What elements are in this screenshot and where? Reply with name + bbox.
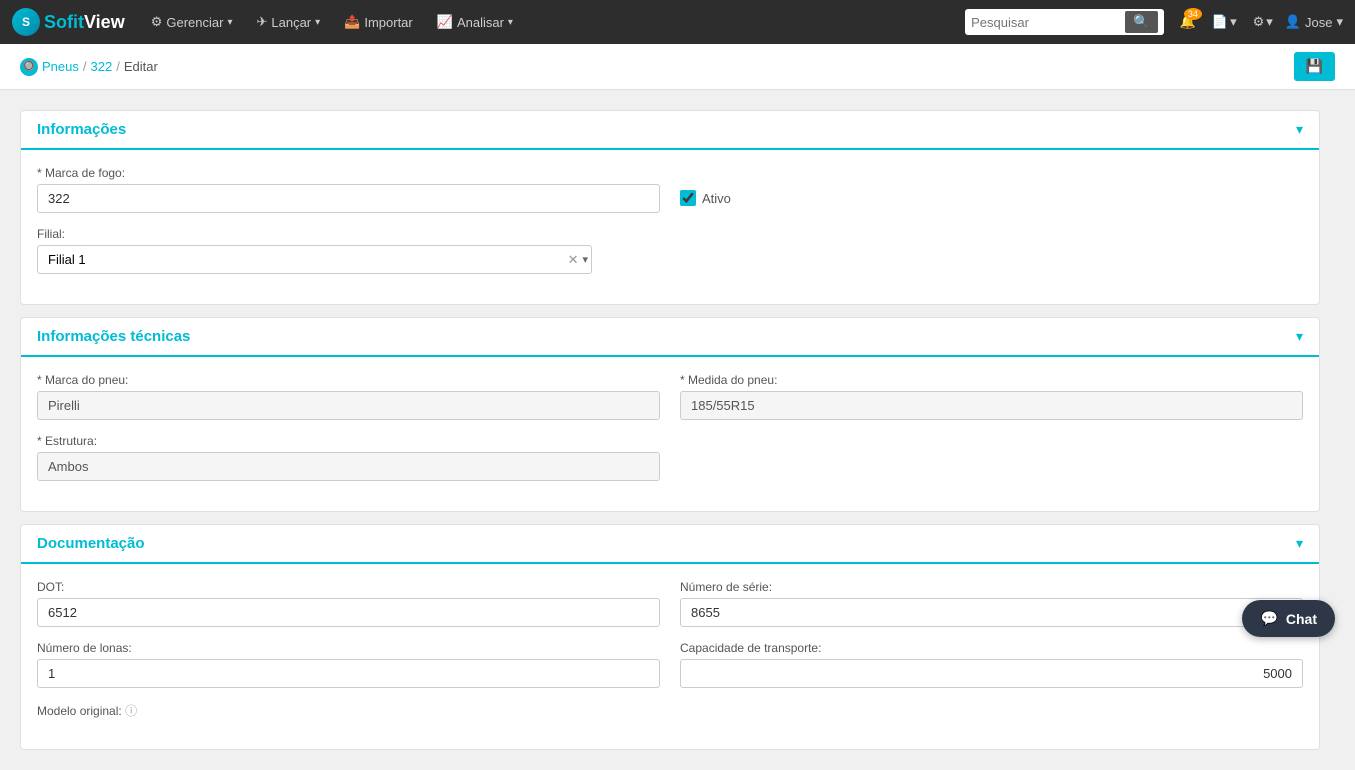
dot-label: DOT: [37,580,660,594]
medida-pneu-group: * Medida do pneu: [680,373,1303,420]
informacoes-tecnicas-chevron-icon: ▾ [1296,328,1303,345]
chat-icon: 💬 [1260,610,1277,627]
capacidade-input[interactable] [680,659,1303,688]
documentacao-header[interactable]: Documentação ▾ [21,525,1319,564]
logo-sofit: SofitView [44,12,125,33]
notification-icon[interactable]: 🔔 34 [1176,10,1200,34]
filial-group: Filial: Filial 1 ✕ ▾ [37,227,1303,274]
estrutura-group: * Estrutura: [37,434,660,481]
main-content: Informações ▾ * Marca de fogo: Ativo [0,90,1340,770]
informacoes-tecnicas-section: Informações técnicas ▾ * Marca do pneu: … [20,317,1320,512]
marca-pneu-input [37,391,660,420]
medida-pneu-input [680,391,1303,420]
doc-row2: Número de lonas: Capacidade de transport… [37,641,1303,702]
chevron-down-icon: ▾ [1230,14,1237,30]
informacoes-body: * Marca de fogo: Ativo Filial: Filial 1 [21,150,1319,304]
marca-pneu-col: * Marca do pneu: [37,373,660,434]
tecnicas-row1: * Marca do pneu: * Medida do pneu: [37,373,1303,434]
capacidade-col: Capacidade de transporte: [680,641,1303,702]
informacoes-header[interactable]: Informações ▾ [21,111,1319,150]
marca-fogo-input[interactable] [37,184,660,213]
doc-row1: DOT: Número de série: [37,580,1303,641]
medida-pneu-col: * Medida do pneu: [680,373,1303,434]
breadcrumb-bar: 🔘 Pneus / 322 / Editar 💾 [0,44,1355,90]
capacidade-group: Capacidade de transporte: [680,641,1303,688]
chevron-down-icon: ▾ [227,17,232,28]
numero-lonas-group: Número de lonas: [37,641,660,688]
numero-lonas-label: Número de lonas: [37,641,660,655]
informacoes-tecnicas-title: Informações técnicas [37,328,190,345]
dot-input[interactable] [37,598,660,627]
ativo-col: Ativo [680,166,1303,227]
breadcrumb-pneus[interactable]: Pneus [42,59,79,74]
nav-importar[interactable]: 📤 Importar [334,0,423,44]
marca-pneu-label: * Marca do pneu: [37,373,660,387]
numero-serie-group: Número de série: [680,580,1303,627]
filial-select[interactable]: Filial 1 [37,245,592,274]
save-button[interactable]: 💾 [1294,52,1335,81]
pneus-icon: 🔘 [20,58,38,76]
ativo-checkbox[interactable] [680,190,696,206]
notification-badge: 34 [1184,8,1202,20]
chevron-down-icon: ▾ [1336,14,1343,30]
numero-serie-col: Número de série: [680,580,1303,641]
informacoes-row1: * Marca de fogo: Ativo [37,166,1303,227]
numero-lonas-input[interactable] [37,659,660,688]
nav-right-icons: 🔔 34 📄 ▾ ⚙ ▾ 👤 Jose ▾ [1176,10,1343,34]
top-navigation: S SofitView ⚙ Gerenciar ▾ ✈ Lançar ▾ 📤 I… [0,0,1355,44]
user-menu[interactable]: 👤 Jose ▾ [1285,14,1343,30]
chevron-down-icon: ▾ [1266,14,1273,30]
doc-row3: Modelo original: ⓘ [37,702,1303,733]
breadcrumb-322[interactable]: 322 [91,59,113,74]
nav-analisar[interactable]: 📈 Analisar ▾ [427,0,523,44]
settings-icon[interactable]: ⚙ ▾ [1249,10,1277,34]
documentacao-title: Documentação [37,535,145,552]
numero-lonas-col: Número de lonas: [37,641,660,702]
informacoes-title: Informações [37,121,126,138]
documentacao-chevron-icon: ▾ [1296,535,1303,552]
chat-button[interactable]: 💬 Chat [1242,600,1335,637]
filial-label: Filial: [37,227,1303,241]
help-icon[interactable]: ⓘ [125,704,137,718]
informacoes-tecnicas-body: * Marca do pneu: * Medida do pneu: * Est… [21,357,1319,511]
nav-gerenciar[interactable]: ⚙ Gerenciar ▾ [141,0,243,44]
estrutura-input [37,452,660,481]
medida-pneu-label: * Medida do pneu: [680,373,1303,387]
modelo-original-group: Modelo original: ⓘ [37,702,1303,719]
capacidade-label: Capacidade de transporte: [680,641,1303,655]
search-button[interactable]: 🔍 [1125,11,1158,33]
chevron-down-icon: ▾ [315,17,320,28]
chevron-down-icon: ▾ [508,17,513,28]
informacoes-tecnicas-header[interactable]: Informações técnicas ▾ [21,318,1319,357]
estrutura-spacer [680,434,1303,495]
informacoes-section: Informações ▾ * Marca de fogo: Ativo [20,110,1320,305]
ativo-wrapper: Ativo [680,190,1303,206]
documentacao-section: Documentação ▾ DOT: Número de série: [20,524,1320,750]
search-box: 🔍 [965,9,1164,35]
search-input[interactable] [971,15,1121,30]
ativo-label[interactable]: Ativo [702,191,731,206]
marca-pneu-group: * Marca do pneu: [37,373,660,420]
estrutura-col: * Estrutura: [37,434,660,495]
dot-group: DOT: [37,580,660,627]
numero-serie-input[interactable] [680,598,1303,627]
dot-col: DOT: [37,580,660,641]
modelo-original-label: Modelo original: ⓘ [37,702,1303,719]
document-icon[interactable]: 📄 ▾ [1208,10,1241,34]
numero-serie-label: Número de série: [680,580,1303,594]
marca-fogo-label: * Marca de fogo: [37,166,660,180]
marca-fogo-col: * Marca de fogo: [37,166,660,227]
filial-select-wrapper: Filial 1 ✕ ▾ [37,245,592,274]
nav-lancar[interactable]: ✈ Lançar ▾ [246,0,330,44]
tecnicas-row2: * Estrutura: [37,434,1303,495]
estrutura-label: * Estrutura: [37,434,660,448]
marca-fogo-group: * Marca de fogo: [37,166,660,213]
informacoes-chevron-icon: ▾ [1296,121,1303,138]
modelo-original-col: Modelo original: ⓘ [37,702,1303,733]
logo-icon: S [12,8,40,36]
app-logo: S SofitView [12,8,125,36]
breadcrumb: 🔘 Pneus / 322 / Editar [20,58,158,76]
breadcrumb-editar: Editar [124,59,158,74]
